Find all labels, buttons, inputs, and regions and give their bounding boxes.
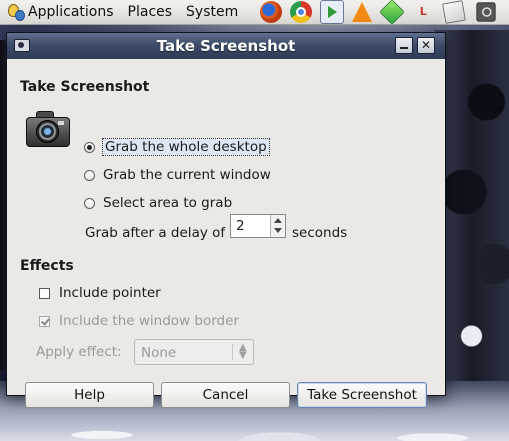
section-title-effects: Effects xyxy=(20,258,74,274)
help-button[interactable]: Help xyxy=(25,382,154,408)
firefox-icon[interactable] xyxy=(260,1,283,23)
camera-icon xyxy=(24,107,70,149)
delay-value[interactable]: 2 xyxy=(236,218,245,234)
option-whole-desktop[interactable]: Grab the whole desktop xyxy=(84,138,270,156)
section-title-take-screenshot: Take Screenshot xyxy=(20,79,150,95)
media-player-icon[interactable] xyxy=(320,0,345,24)
spin-down-arrow-icon[interactable] xyxy=(274,228,282,233)
gnome-foot-icon xyxy=(6,3,25,21)
spin-buttons xyxy=(270,215,285,237)
apply-effect-value: None xyxy=(141,345,177,361)
option-include-border: Include the window border xyxy=(39,313,239,329)
gem-icon[interactable] xyxy=(379,0,405,25)
label-whole-desktop: Grab the whole desktop xyxy=(102,138,270,156)
chrome-icon[interactable] xyxy=(290,1,313,23)
top-panel: Applications Places System L xyxy=(0,0,509,25)
window-title: Take Screenshot xyxy=(156,37,296,55)
label-include-pointer: Include pointer xyxy=(59,285,161,301)
take-screenshot-window: Take Screenshot ✕ Take Screenshot Grab t… xyxy=(6,32,446,408)
close-button[interactable]: ✕ xyxy=(417,37,435,54)
option-include-pointer[interactable]: Include pointer xyxy=(39,285,161,301)
delay-units-label: seconds xyxy=(292,225,348,241)
menu-applications[interactable]: Applications xyxy=(28,4,114,20)
option-select-area[interactable]: Select area to grab xyxy=(84,195,232,211)
menu-places[interactable]: Places xyxy=(128,4,173,20)
dialog-body: Take Screenshot Grab the whole desktop G… xyxy=(7,59,445,408)
vlc-icon[interactable] xyxy=(352,2,373,22)
combo-separator xyxy=(232,344,233,360)
spin-up-arrow-icon[interactable] xyxy=(274,218,282,223)
checkbox-include-pointer[interactable] xyxy=(39,287,50,299)
option-current-window[interactable]: Grab the current window xyxy=(84,167,271,183)
lyx-icon[interactable]: L xyxy=(412,1,434,23)
delay-spinbutton[interactable]: 2 xyxy=(230,214,286,238)
apply-effect-combo: None ▲ ▼ xyxy=(134,339,254,365)
menu-system[interactable]: System xyxy=(186,4,238,20)
screenshot-tool-icon[interactable] xyxy=(476,2,496,22)
label-select-area: Select area to grab xyxy=(103,195,233,211)
label-include-border: Include the window border xyxy=(59,313,239,329)
radio-current-window[interactable] xyxy=(84,169,95,181)
delay-label: Grab after a delay of xyxy=(85,225,226,241)
window-titlebar[interactable]: Take Screenshot ✕ xyxy=(7,33,445,59)
radio-whole-desktop[interactable] xyxy=(84,141,95,153)
checkbox-include-border xyxy=(39,315,50,327)
take-screenshot-button[interactable]: Take Screenshot xyxy=(297,382,427,408)
apply-effect-label: Apply effect: xyxy=(36,344,122,360)
cancel-button[interactable]: Cancel xyxy=(161,382,290,408)
notes-icon[interactable] xyxy=(442,0,467,24)
combo-arrows-icon: ▲ ▼ xyxy=(239,342,247,361)
label-current-window: Grab the current window xyxy=(103,167,271,183)
radio-select-area[interactable] xyxy=(84,197,95,209)
minimize-button[interactable] xyxy=(395,37,413,54)
